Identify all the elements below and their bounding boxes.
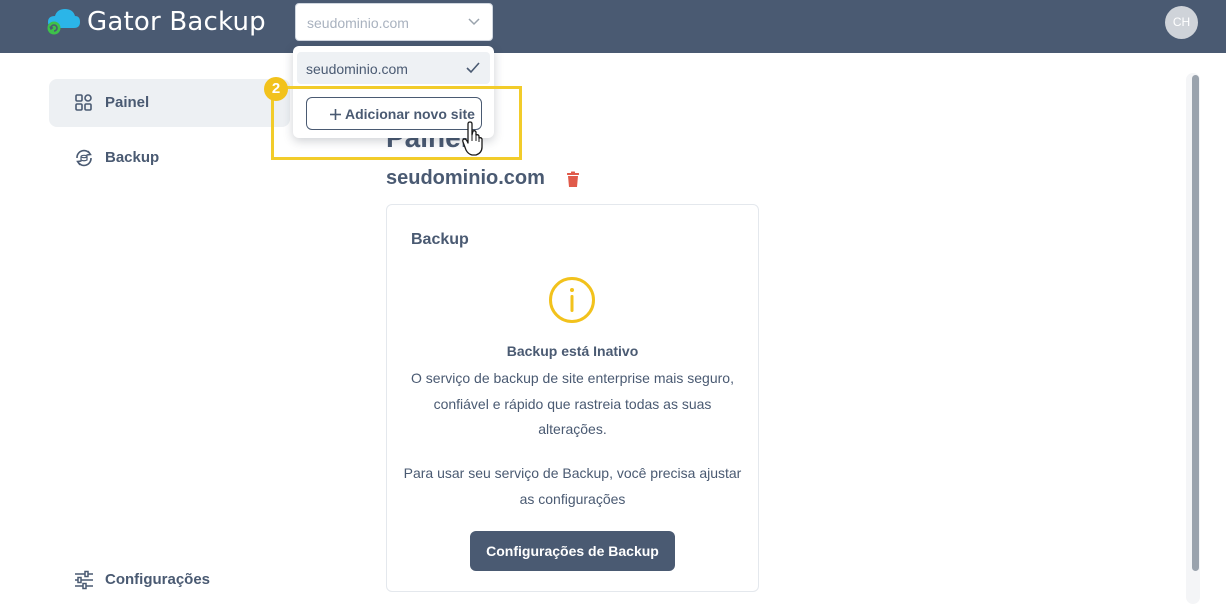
- sliders-icon: [75, 570, 93, 590]
- backup-cycle-icon: [76, 149, 92, 167]
- backup-settings-button[interactable]: Configurações de Backup: [470, 531, 675, 571]
- card-title: Backup: [411, 231, 469, 248]
- check-icon: [466, 62, 480, 74]
- chevron-down-icon: [468, 18, 480, 26]
- sidebar-item-label: Painel: [105, 94, 150, 111]
- sidebar-item-backup[interactable]: Backup: [49, 134, 290, 182]
- sidebar-item-configuracoes[interactable]: Configurações: [49, 556, 290, 604]
- backup-description: O serviço de backup de site enterprise m…: [411, 370, 734, 437]
- dropdown-option-label: seudominio.com: [306, 61, 408, 77]
- backup-hint: Para usar seu serviço de Backup, você pr…: [403, 465, 742, 507]
- dropdown-option-site[interactable]: seudominio.com: [297, 52, 490, 84]
- info-circle-icon: [549, 277, 595, 323]
- step-badge: 2: [264, 77, 288, 101]
- site-select-value: seudominio.com: [307, 15, 409, 31]
- trash-icon[interactable]: [566, 171, 580, 188]
- scrollbar-thumb[interactable]: [1192, 75, 1199, 571]
- backup-status-title: Backup está Inativo: [506, 343, 639, 359]
- dashboard-grid-icon: [75, 94, 92, 111]
- backup-card: Backup Backup está Inativo O serviço de …: [386, 204, 759, 592]
- site-name: seudominio.com: [386, 167, 545, 189]
- hand-cursor-icon: [462, 121, 483, 156]
- avatar[interactable]: CH: [1165, 6, 1198, 39]
- app-title: Gator Backup: [87, 7, 266, 37]
- sidebar-item-label: Backup: [105, 149, 160, 166]
- site-select[interactable]: seudominio.com: [295, 3, 493, 41]
- top-bar: Gator Backup seudominio.com CH: [0, 0, 1226, 53]
- sidebar-item-painel[interactable]: Painel: [49, 79, 290, 127]
- sidebar-item-label: Configurações: [105, 571, 211, 588]
- cloud-sync-icon[interactable]: [46, 6, 82, 36]
